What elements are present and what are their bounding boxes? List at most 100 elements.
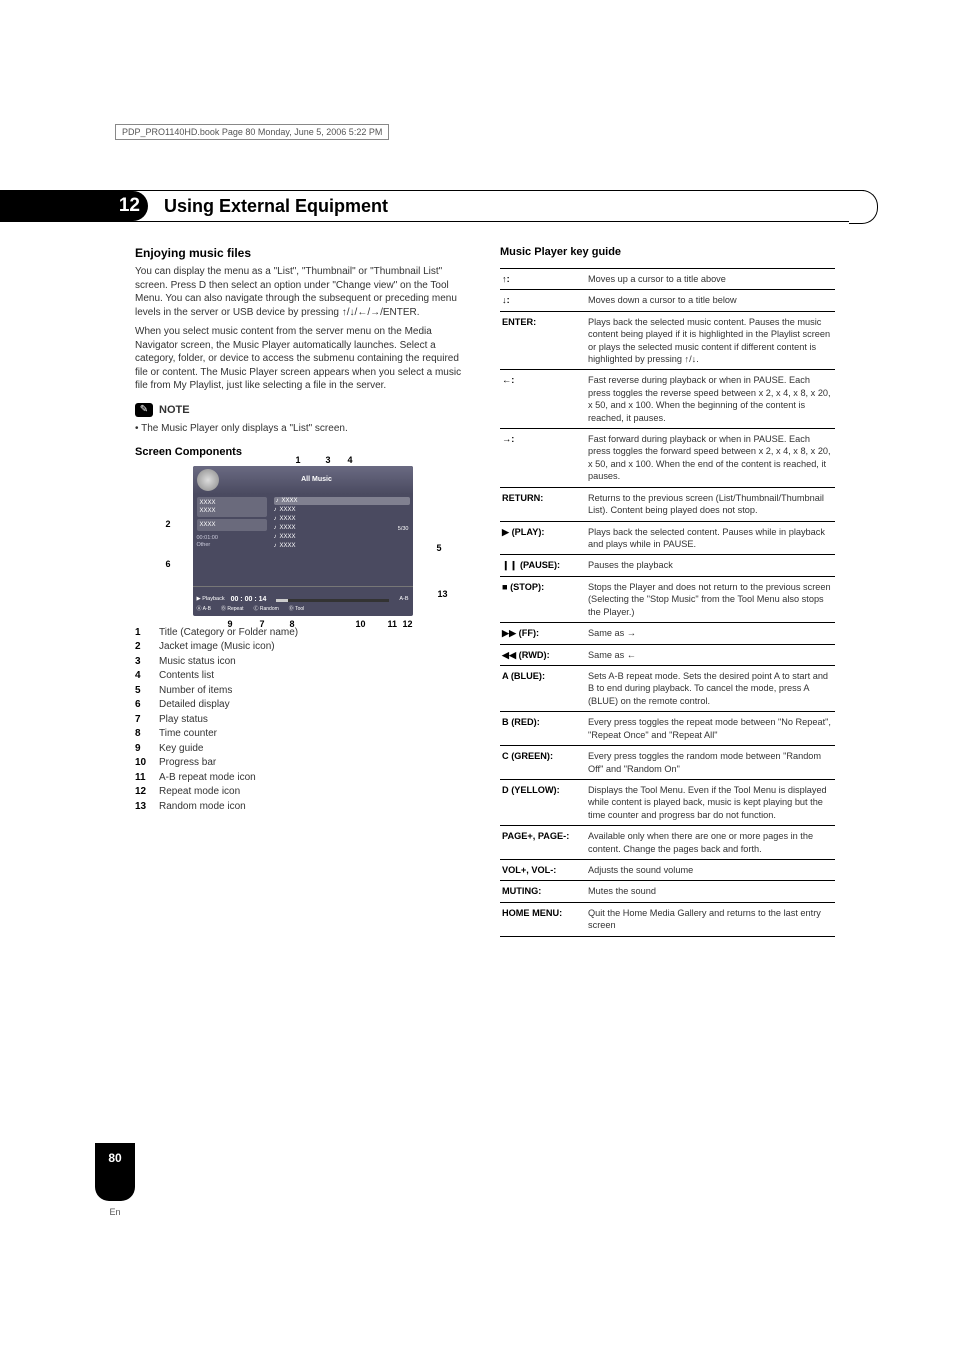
paragraph-2: When you select music content from the s…: [135, 325, 470, 393]
ss-count: 5/30: [398, 526, 409, 533]
legend-item: 12Repeat mode icon: [135, 785, 470, 799]
ss-progress-bar: [276, 599, 389, 602]
callout-13: 13: [437, 588, 447, 600]
legend-item: 9Key guide: [135, 742, 470, 756]
ss-list-row: ♪ XXXX: [274, 533, 410, 541]
key-description: Moves up a cursor to a title above: [586, 268, 835, 289]
key-guide-row: ❙❙ (PAUSE):Pauses the playback: [500, 555, 835, 576]
key-guide-row: B (RED):Every press toggles the repeat m…: [500, 712, 835, 746]
key-name: →:: [500, 429, 586, 488]
legend-item: 8Time counter: [135, 727, 470, 741]
callout-2: 2: [166, 518, 171, 530]
key-guide-row: A (BLUE):Sets A-B repeat mode. Sets the …: [500, 665, 835, 711]
legend-item: 13Random mode icon: [135, 800, 470, 814]
callout-9: 9: [228, 618, 233, 630]
paragraph-1: You can display the menu as a "List", "T…: [135, 265, 470, 319]
key-description: Adjusts the sound volume: [586, 860, 835, 881]
disc-icon: [197, 469, 219, 491]
key-guide-row: MUTING:Mutes the sound: [500, 881, 835, 902]
note-label: NOTE: [159, 403, 190, 418]
callout-3: 3: [326, 454, 331, 466]
page-number-badge: 80 En: [95, 1143, 135, 1201]
screen-component-legend: 1Title (Category or Folder name) 2Jacket…: [135, 626, 470, 814]
key-guide-row: ↑:Moves up a cursor to a title above: [500, 268, 835, 289]
music-player-screenshot: All Music XXXXXXXX XXXX 00:01:00Other ♪ …: [193, 466, 413, 616]
chapter-title: Using External Equipment: [164, 196, 388, 217]
key-name: ❙❙ (PAUSE):: [500, 555, 586, 576]
section-title-enjoying-music: Enjoying music files: [135, 245, 470, 261]
key-name: A (BLUE):: [500, 665, 586, 711]
right-column: Music Player key guide ↑:Moves up a curs…: [500, 245, 835, 937]
page-lang: En: [95, 1207, 135, 1217]
music-player-screenshot-wrap: 1 3 4 2 6 5 13 9 7 8 10 11 12 All Music: [168, 466, 438, 616]
key-name: MUTING:: [500, 881, 586, 902]
ss-left-item-2: XXXX: [197, 519, 267, 531]
key-description: Displays the Tool Menu. Even if the Tool…: [586, 779, 835, 825]
callout-11: 11: [388, 618, 398, 630]
key-description: Fast reverse during playback or when in …: [586, 370, 835, 429]
key-guide-row: HOME MENU:Quit the Home Media Gallery an…: [500, 902, 835, 936]
page-number: 80: [108, 1151, 121, 1165]
callout-1: 1: [296, 454, 301, 466]
key-name: ↑:: [500, 268, 586, 289]
key-name: ◀◀ (RWD):: [500, 644, 586, 665]
key-name: ENTER:: [500, 311, 586, 370]
key-description: Plays back the selected music content. P…: [586, 311, 835, 370]
key-description: Available only when there are one or mor…: [586, 826, 835, 860]
ss-ab-label: A-B: [399, 596, 408, 603]
key-name: ▶ (PLAY):: [500, 521, 586, 555]
key-guide-table: ↑:Moves up a cursor to a title above↓:Mo…: [500, 268, 835, 937]
key-guide-row: ▶▶ (FF):Same as →: [500, 623, 835, 644]
ss-list-row: ♪ XXXX: [274, 524, 410, 532]
key-name: HOME MENU:: [500, 902, 586, 936]
ss-title: All Music: [225, 475, 409, 484]
note-icon: ✎: [135, 403, 153, 417]
key-description: Same as ←: [586, 644, 835, 665]
key-name: ↓:: [500, 290, 586, 311]
legend-item: 5Number of items: [135, 684, 470, 698]
key-description: Fast forward during playback or when in …: [586, 429, 835, 488]
key-guide-row: ◀◀ (RWD):Same as ←: [500, 644, 835, 665]
legend-item: 6Detailed display: [135, 698, 470, 712]
key-description: Moves down a cursor to a title below: [586, 290, 835, 311]
key-description: Plays back the selected content. Pauses …: [586, 521, 835, 555]
legend-item: 7Play status: [135, 713, 470, 727]
ss-left-item-1: XXXXXXXX: [197, 497, 267, 517]
note-body: • The Music Player only displays a "List…: [135, 422, 470, 436]
key-name: B (RED):: [500, 712, 586, 746]
ss-left-meta: 00:01:00Other: [197, 535, 267, 549]
callout-7: 7: [260, 618, 265, 630]
key-guide-row: ■ (STOP):Stops the Player and does not r…: [500, 576, 835, 622]
key-description: Mutes the sound: [586, 881, 835, 902]
key-description: Every press toggles the random mode betw…: [586, 746, 835, 780]
callout-12: 12: [403, 618, 413, 630]
key-guide-row: D (YELLOW):Displays the Tool Menu. Even …: [500, 779, 835, 825]
callout-4: 4: [348, 454, 353, 466]
key-description: Returns to the previous screen (List/Thu…: [586, 487, 835, 521]
key-guide-row: VOL+, VOL-:Adjusts the sound volume: [500, 860, 835, 881]
manual-page: PDP_PRO1140HD.book Page 80 Monday, June …: [0, 0, 954, 1351]
content-columns: Enjoying music files You can display the…: [135, 245, 835, 937]
key-guide-row: ←:Fast reverse during playback or when i…: [500, 370, 835, 429]
legend-item: 1Title (Category or Folder name): [135, 626, 470, 640]
legend-item: 10Progress bar: [135, 756, 470, 770]
ss-list-row: ♪ XXXX: [274, 542, 410, 550]
key-guide-row: RETURN:Returns to the previous screen (L…: [500, 487, 835, 521]
key-name: ▶▶ (FF):: [500, 623, 586, 644]
key-name: ←:: [500, 370, 586, 429]
screen-components-title: Screen Components: [135, 445, 470, 460]
note-heading: ✎ NOTE: [135, 403, 470, 418]
left-column: Enjoying music files You can display the…: [135, 245, 470, 937]
key-guide-row: ENTER:Plays back the selected music cont…: [500, 311, 835, 370]
key-name: RETURN:: [500, 487, 586, 521]
key-description: Pauses the playback: [586, 555, 835, 576]
key-description: Quit the Home Media Gallery and returns …: [586, 902, 835, 936]
ss-list-row: ♪ XXXX: [274, 515, 410, 523]
ss-list-row: ♪ XXXX: [274, 497, 410, 505]
key-description: Stops the Player and does not return to …: [586, 576, 835, 622]
chapter-number-badge: 12: [0, 191, 148, 221]
key-guide-row: C (GREEN):Every press toggles the random…: [500, 746, 835, 780]
legend-item: 2Jacket image (Music icon): [135, 640, 470, 654]
key-name: C (GREEN):: [500, 746, 586, 780]
key-name: VOL+, VOL-:: [500, 860, 586, 881]
